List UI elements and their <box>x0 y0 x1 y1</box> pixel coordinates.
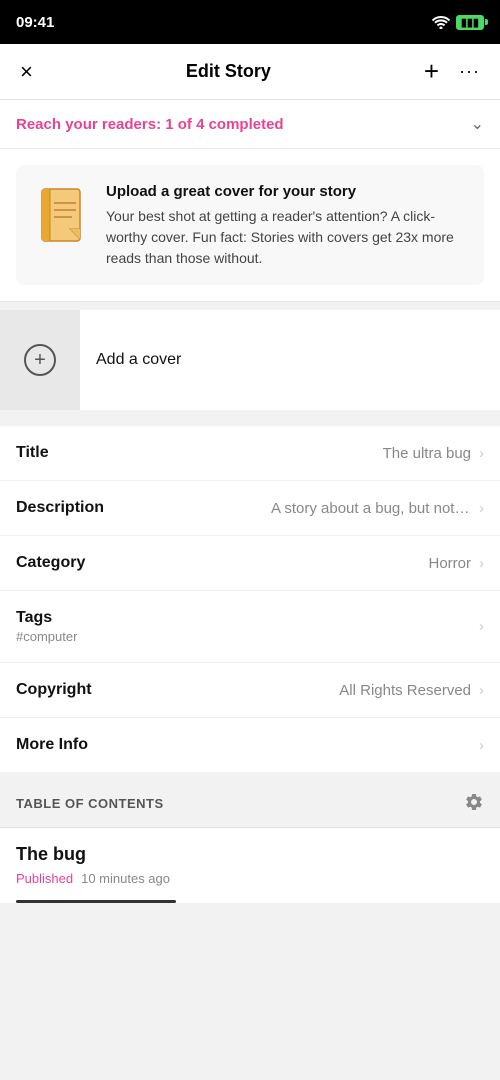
category-value: Horror <box>428 555 471 572</box>
chevron-right-icon: › <box>479 682 484 699</box>
more-info-label: More Info <box>16 736 88 754</box>
header: × Edit Story + ··· <box>0 44 500 100</box>
toc-time: 10 minutes ago <box>81 871 170 886</box>
copyright-row[interactable]: Copyright All Rights Reserved › <box>0 663 500 718</box>
tip-card: Upload a great cover for your story Your… <box>0 149 500 302</box>
copyright-value: All Rights Reserved <box>339 682 471 699</box>
copyright-label: Copyright <box>16 681 92 699</box>
progress-banner[interactable]: Reach your readers: 1 of 4 completed ⌄ <box>0 100 500 149</box>
description-row[interactable]: Description A story about a bug, but not… <box>0 481 500 536</box>
chevron-right-icon: › <box>479 618 484 635</box>
title-row[interactable]: Title The ultra bug › <box>0 426 500 481</box>
title-label: Title <box>16 444 49 462</box>
status-bar: 09:41 ▮▮▮ <box>0 0 500 44</box>
tip-title: Upload a great cover for your story <box>106 181 468 202</box>
category-label: Category <box>16 554 85 572</box>
status-time: 09:41 <box>16 14 54 31</box>
toc-item[interactable]: The bug Published 10 minutes ago <box>0 828 500 903</box>
chevron-right-icon: › <box>479 555 484 572</box>
tags-label: Tags <box>16 609 77 627</box>
wifi-icon <box>432 16 450 29</box>
list-section: Title The ultra bug › Description A stor… <box>0 426 500 772</box>
toc-settings-button[interactable] <box>464 792 484 815</box>
header-actions: + ··· <box>420 52 484 91</box>
tags-value: #computer <box>16 629 77 644</box>
category-row[interactable]: Category Horror › <box>0 536 500 591</box>
toc-underline <box>16 900 176 903</box>
add-cover-label: Add a cover <box>80 351 197 369</box>
battery-icon: ▮▮▮ <box>456 15 484 30</box>
chevron-down-icon: ⌄ <box>471 114 484 134</box>
description-label: Description <box>16 499 104 517</box>
tip-description: Your best shot at getting a reader's att… <box>106 206 468 269</box>
toc-item-title: The bug <box>16 844 484 865</box>
chevron-right-icon: › <box>479 445 484 462</box>
more-info-row[interactable]: More Info › <box>0 718 500 772</box>
book-illustration <box>32 181 92 251</box>
chevron-right-icon: › <box>479 737 484 754</box>
cover-placeholder: + <box>0 310 80 410</box>
toc-header: TABLE OF CONTENTS <box>0 780 500 828</box>
toc-status: Published <box>16 871 73 886</box>
add-button[interactable]: + <box>420 52 443 91</box>
progress-text: Reach your readers: 1 of 4 completed <box>16 116 284 133</box>
title-value: The ultra bug <box>383 445 471 462</box>
more-button[interactable]: ··· <box>455 57 484 86</box>
chevron-right-icon: › <box>479 500 484 517</box>
gear-icon <box>464 792 484 812</box>
tags-row[interactable]: Tags #computer › <box>0 591 500 663</box>
description-value: A story about a bug, but not just a... <box>271 500 471 517</box>
add-cover-icon: + <box>24 344 56 376</box>
status-icons: ▮▮▮ <box>432 15 484 30</box>
section-divider <box>0 418 500 426</box>
cover-section[interactable]: + Add a cover <box>0 310 500 410</box>
toc-title: TABLE OF CONTENTS <box>16 796 164 811</box>
page-title: Edit Story <box>186 61 271 82</box>
close-button[interactable]: × <box>16 55 37 89</box>
